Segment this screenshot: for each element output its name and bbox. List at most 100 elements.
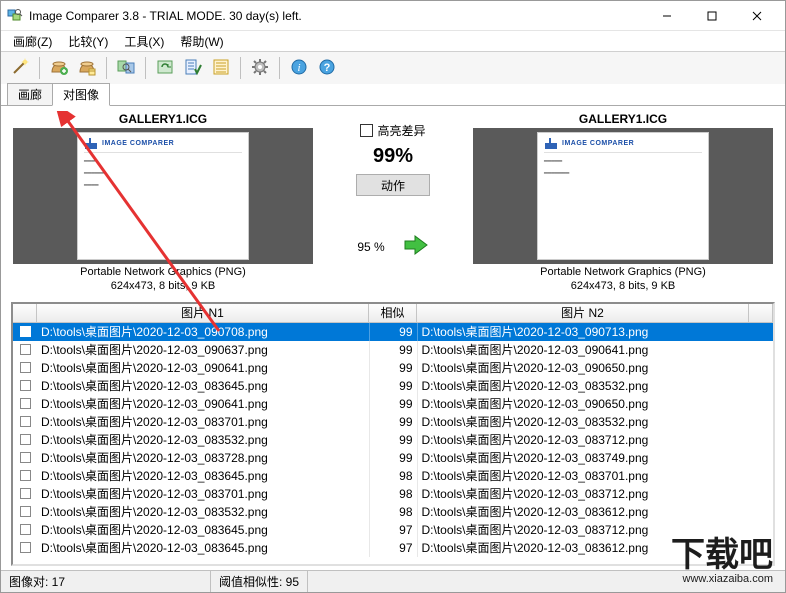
cell-n1: D:\tools\桌面图片\2020-12-03_083645.png bbox=[37, 377, 370, 395]
highlight-diff-label: 高亮差异 bbox=[377, 122, 425, 139]
table-row[interactable]: D:\tools\桌面图片\2020-12-03_090641.png99D:\… bbox=[13, 359, 773, 377]
table-row[interactable]: D:\tools\桌面图片\2020-12-03_083645.png97D:\… bbox=[13, 521, 773, 539]
row-check-left[interactable] bbox=[20, 398, 31, 409]
maximize-button[interactable] bbox=[689, 1, 734, 30]
about-button[interactable]: i bbox=[286, 55, 312, 81]
cell-n2: D:\tools\桌面图片\2020-12-03_083712.png bbox=[418, 521, 750, 539]
wizard-button[interactable] bbox=[7, 55, 33, 81]
open-gallery-icon bbox=[78, 58, 96, 79]
col-n1[interactable]: 图片 N1 bbox=[37, 304, 369, 322]
help-icon: ? bbox=[318, 58, 336, 79]
col-n2[interactable]: 图片 N2 bbox=[417, 304, 749, 322]
action-button[interactable]: 动作 bbox=[356, 174, 430, 196]
svg-text:i: i bbox=[297, 62, 300, 74]
row-check-left[interactable] bbox=[20, 470, 31, 481]
compare-in-gallery-button[interactable] bbox=[113, 55, 139, 81]
compare-panel: GALLERY1.ICG IMAGE COMPARER ━━━━━━━━━━━━… bbox=[1, 106, 785, 302]
cell-similarity: 98 bbox=[370, 467, 418, 485]
table-row[interactable]: D:\tools\桌面图片\2020-12-03_083532.png98D:\… bbox=[13, 503, 773, 521]
table-row[interactable]: D:\tools\桌面图片\2020-12-03_090708.png99D:\… bbox=[13, 323, 773, 341]
cell-n1: D:\tools\桌面图片\2020-12-03_083645.png bbox=[37, 521, 370, 539]
next-pair-button[interactable] bbox=[180, 55, 206, 81]
window-title: Image Comparer 3.8 - TRIAL MODE. 30 day(… bbox=[29, 9, 644, 23]
logo-text: IMAGE COMPARER bbox=[562, 140, 634, 147]
left-preview: GALLERY1.ICG IMAGE COMPARER ━━━━━━━━━━━━… bbox=[13, 112, 313, 294]
table-row[interactable]: D:\tools\桌面图片\2020-12-03_090641.png99D:\… bbox=[13, 395, 773, 413]
partner-logo-icon bbox=[84, 137, 98, 151]
row-check-left[interactable] bbox=[20, 416, 31, 427]
cell-similarity: 97 bbox=[370, 521, 418, 539]
left-preview-format: Portable Network Graphics (PNG) bbox=[80, 266, 246, 280]
statusbar: 图像对: 17 阈值相似性: 95 bbox=[1, 570, 785, 592]
toolbar-sep bbox=[106, 57, 107, 79]
right-preview: GALLERY1.ICG IMAGE COMPARER ━━━━━━━━━━━━… bbox=[473, 112, 773, 294]
table-row[interactable]: D:\tools\桌面图片\2020-12-03_083532.png99D:\… bbox=[13, 431, 773, 449]
svg-text:?: ? bbox=[324, 62, 331, 74]
filter-pairs-button[interactable] bbox=[208, 55, 234, 81]
minimize-button[interactable] bbox=[644, 1, 689, 30]
open-gallery-button[interactable] bbox=[74, 55, 100, 81]
row-check-left[interactable] bbox=[20, 344, 31, 355]
menu-tools[interactable]: 工具(X) bbox=[116, 31, 172, 51]
table-row[interactable]: D:\tools\桌面图片\2020-12-03_083645.png99D:\… bbox=[13, 377, 773, 395]
cell-n1: D:\tools\桌面图片\2020-12-03_083645.png bbox=[37, 539, 370, 557]
settings-button[interactable] bbox=[247, 55, 273, 81]
right-preview-format: Portable Network Graphics (PNG) bbox=[540, 266, 706, 280]
row-check-left[interactable] bbox=[20, 380, 31, 391]
cell-n1: D:\tools\桌面图片\2020-12-03_090708.png bbox=[37, 323, 370, 341]
cell-n2: D:\tools\桌面图片\2020-12-03_090641.png bbox=[418, 341, 750, 359]
menu-compare[interactable]: 比较(Y) bbox=[60, 31, 116, 51]
row-check-left[interactable] bbox=[20, 524, 31, 535]
menu-help[interactable]: 帮助(W) bbox=[172, 31, 231, 51]
cell-similarity: 98 bbox=[370, 503, 418, 521]
table-row[interactable]: D:\tools\桌面图片\2020-12-03_083645.png97D:\… bbox=[13, 539, 773, 557]
cell-similarity: 99 bbox=[370, 449, 418, 467]
row-check-left[interactable] bbox=[20, 434, 31, 445]
right-preview-image[interactable]: IMAGE COMPARER ━━━━━━━━━━━━ bbox=[473, 128, 773, 264]
help-button[interactable]: ? bbox=[314, 55, 340, 81]
table-row[interactable]: D:\tools\桌面图片\2020-12-03_083728.png99D:\… bbox=[13, 449, 773, 467]
row-check-left[interactable] bbox=[20, 452, 31, 463]
col-similarity[interactable]: 相似 bbox=[369, 304, 417, 322]
cell-similarity: 99 bbox=[370, 323, 418, 341]
table-row[interactable]: D:\tools\桌面图片\2020-12-03_083701.png99D:\… bbox=[13, 413, 773, 431]
toolbar-sep bbox=[39, 57, 40, 79]
tab-gallery[interactable]: 画廊 bbox=[7, 83, 53, 106]
right-preview-info: 624x473, 8 bits, 9 KB bbox=[540, 280, 706, 294]
view-tabs: 画廊 对图像 bbox=[1, 84, 785, 106]
refresh-pairs-button[interactable] bbox=[152, 55, 178, 81]
cell-n1: D:\tools\桌面图片\2020-12-03_083728.png bbox=[37, 449, 370, 467]
status-pairs: 图像对: 17 bbox=[1, 571, 211, 592]
new-gallery-button[interactable] bbox=[46, 55, 72, 81]
threshold-slider-value: 95 % bbox=[357, 240, 384, 254]
table-row[interactable]: D:\tools\桌面图片\2020-12-03_090637.png99D:\… bbox=[13, 341, 773, 359]
row-check-left[interactable] bbox=[20, 326, 31, 337]
col-check-right[interactable] bbox=[749, 304, 773, 322]
row-check-left[interactable] bbox=[20, 542, 31, 553]
menu-gallery[interactable]: 画廊(Z) bbox=[5, 31, 60, 51]
checklist-icon bbox=[184, 58, 202, 79]
cell-n2: D:\tools\桌面图片\2020-12-03_083612.png bbox=[418, 503, 750, 521]
close-button[interactable] bbox=[734, 1, 779, 30]
table-row[interactable]: D:\tools\桌面图片\2020-12-03_083645.png98D:\… bbox=[13, 467, 773, 485]
filter-list-icon bbox=[212, 58, 230, 79]
row-check-left[interactable] bbox=[20, 488, 31, 499]
results-table: 图片 N1 相似 图片 N2 D:\tools\桌面图片\2020-12-03_… bbox=[11, 302, 775, 567]
left-preview-image[interactable]: IMAGE COMPARER ━━━━━━━━━━━━━ bbox=[13, 128, 313, 264]
cell-n1: D:\tools\桌面图片\2020-12-03_083701.png bbox=[37, 485, 370, 503]
cell-n1: D:\tools\桌面图片\2020-12-03_083532.png bbox=[37, 431, 370, 449]
cell-n2: D:\tools\桌面图片\2020-12-03_090650.png bbox=[418, 359, 750, 377]
table-row[interactable]: D:\tools\桌面图片\2020-12-03_083701.png98D:\… bbox=[13, 485, 773, 503]
highlight-diff-checkbox[interactable] bbox=[360, 124, 373, 137]
cell-n2: D:\tools\桌面图片\2020-12-03_083612.png bbox=[418, 539, 750, 557]
cell-similarity: 99 bbox=[370, 341, 418, 359]
cell-n1: D:\tools\桌面图片\2020-12-03_090637.png bbox=[37, 341, 370, 359]
tab-pairs[interactable]: 对图像 bbox=[52, 83, 110, 106]
table-body[interactable]: D:\tools\桌面图片\2020-12-03_090708.png99D:\… bbox=[13, 323, 773, 565]
col-check-left[interactable] bbox=[13, 304, 37, 322]
row-check-left[interactable] bbox=[20, 506, 31, 517]
cell-similarity: 99 bbox=[370, 359, 418, 377]
cell-n2: D:\tools\桌面图片\2020-12-03_083749.png bbox=[418, 449, 750, 467]
row-check-left[interactable] bbox=[20, 362, 31, 373]
cell-n2: D:\tools\桌面图片\2020-12-03_083532.png bbox=[418, 377, 750, 395]
